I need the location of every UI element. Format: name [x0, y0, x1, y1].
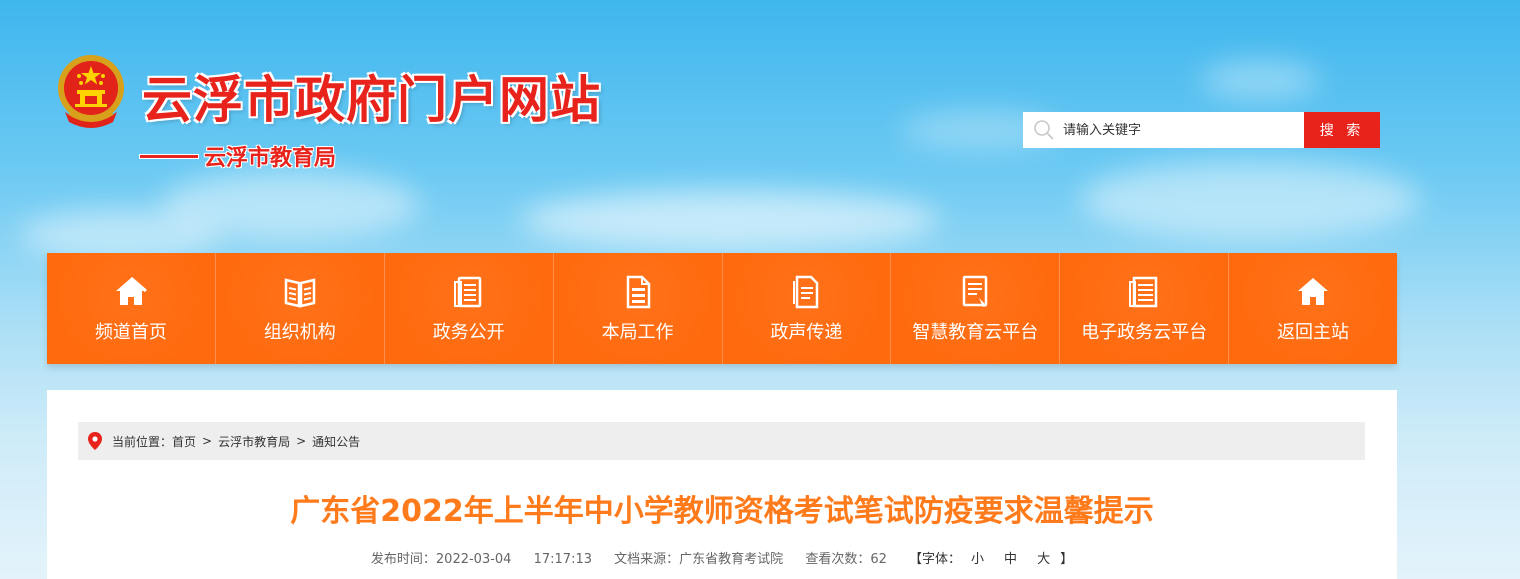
breadcrumb-separator: >: [296, 434, 307, 448]
nav-label: 频道首页: [94, 321, 167, 343]
breadcrumb: 当前位置： 首页 > 云浮市教育局 > 通知公告: [78, 422, 1365, 460]
department-title: 云浮市教育局: [140, 140, 336, 172]
notes-icon: [793, 275, 819, 308]
views-count: 62: [870, 552, 887, 567]
publish-time: 17:17:13: [533, 552, 592, 567]
breadcrumb-bureau-link[interactable]: 云浮市教育局: [218, 433, 290, 450]
location-pin-icon: [88, 432, 102, 450]
font-size-label: 【字体：: [909, 552, 962, 567]
document-list-icon: [453, 276, 481, 307]
source-label: 文档来源：: [614, 552, 680, 567]
publish-label: 发布时间：: [370, 552, 436, 567]
font-small-button[interactable]: 小: [971, 552, 984, 567]
font-size-control: 【字体： 小 中 大】: [909, 552, 1073, 567]
nav-item-smart-education-cloud[interactable]: 智慧教育云平台: [891, 253, 1061, 364]
nav-item-voice-transmission[interactable]: 政声传递: [722, 253, 892, 364]
department-name: 云浮市教育局: [204, 146, 337, 171]
search-icon: [1034, 120, 1054, 140]
nav-label: 电子政务云平台: [1081, 321, 1208, 343]
site-title: 云浮市政府门户网站: [142, 70, 601, 129]
article-meta: 发布时间：2022-03-04 17:17:13 文档来源：广东省教育考试院 查…: [47, 548, 1397, 567]
font-medium-button[interactable]: 中: [1004, 552, 1017, 567]
font-size-close: 】: [1060, 552, 1074, 567]
nav-item-e-government-cloud[interactable]: 电子政务云平台: [1060, 253, 1230, 364]
nav-label: 本局工作: [601, 321, 674, 343]
breadcrumb-home-link[interactable]: 首页: [172, 433, 196, 450]
nav-label: 返回主站: [1277, 321, 1350, 343]
breadcrumb-notice-link[interactable]: 通知公告: [312, 433, 360, 450]
breadcrumb-separator: >: [202, 434, 213, 448]
nav-item-government-affairs[interactable]: 政务公开: [384, 253, 554, 364]
search-button[interactable]: 搜 索: [1304, 112, 1380, 148]
breadcrumb-prefix: 当前位置：: [112, 434, 173, 449]
nav-item-organization[interactable]: 组织机构: [215, 253, 385, 364]
search-box: 搜 索: [1023, 112, 1380, 148]
nav-item-channel-home[interactable]: 频道首页: [47, 253, 216, 364]
article-title: 广东省2022年上半年中小学教师资格考试笔试防疫要求温馨提示: [290, 494, 1154, 529]
nav-label: 智慧教育云平台: [912, 321, 1039, 343]
book-icon: [284, 277, 316, 308]
views-label: 查看次数：: [805, 552, 871, 567]
nav-item-return-main-site[interactable]: 返回主站: [1229, 253, 1397, 364]
nav-label: 组织机构: [263, 321, 336, 343]
search-input-wrap: [1023, 112, 1304, 148]
ledger-icon: [1129, 276, 1158, 307]
home-icon: [1298, 277, 1329, 305]
publish-date: 2022-03-04: [435, 552, 512, 567]
nav-label: 政声传递: [770, 321, 843, 343]
title-dash-line: [140, 154, 198, 158]
report-icon: [963, 275, 988, 307]
source-value: 广东省教育考试院: [679, 552, 784, 567]
font-large-button[interactable]: 大: [1037, 552, 1050, 567]
national-emblem-logo: [58, 55, 124, 128]
file-icon: [626, 275, 650, 308]
nav-label: 政务公开: [432, 321, 505, 343]
search-input[interactable]: [1063, 122, 1293, 138]
views-info: 查看次数：62: [805, 552, 891, 567]
content-panel: 当前位置： 首页 > 云浮市教育局 > 通知公告 广东省2022年上半年中小学教…: [47, 390, 1397, 579]
publish-info: 发布时间：2022-03-04: [371, 552, 516, 567]
main-nav: 频道首页 组织机构 政务公开 本局工作 政声传递 智慧教育云平台 电子政务云平台…: [47, 253, 1397, 364]
nav-item-bureau-work[interactable]: 本局工作: [553, 253, 723, 364]
source-info: 文档来源：广东省教育考试院: [614, 552, 787, 567]
home-icon: [115, 276, 147, 305]
